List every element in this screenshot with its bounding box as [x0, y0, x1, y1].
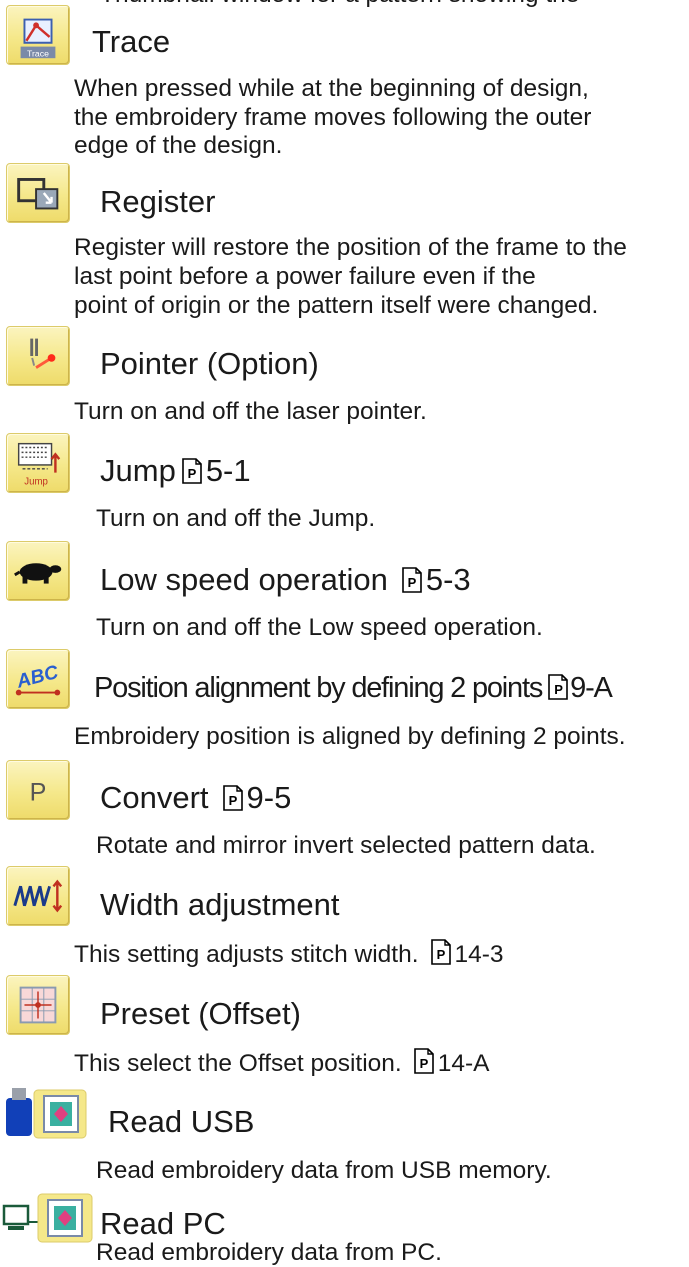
svg-text:P: P — [436, 947, 445, 962]
alignment-title: Position alignment by defining 2 points — [94, 672, 543, 704]
register-title: Register — [100, 184, 216, 219]
preset-desc-line-1: This select the Offset position. — [74, 1050, 402, 1077]
width-desc-row: This setting adjusts stitch width. P 14-3 — [74, 939, 504, 972]
alignment-ref: 9-A — [570, 672, 613, 704]
svg-text:P: P — [187, 466, 196, 481]
svg-text:P: P — [407, 575, 416, 590]
svg-text:P: P — [30, 779, 47, 807]
read-usb-title: Read USB — [108, 1104, 255, 1139]
jump-ref: 5-1 — [205, 453, 251, 488]
read-usb-desc-line-1: Read embroidery data from USB memory. — [96, 1157, 552, 1184]
trace-icon[interactable]: Trace — [6, 5, 70, 65]
pointer-title: Pointer (Option) — [100, 346, 319, 381]
width-title: Width adjustment — [100, 887, 340, 922]
page-reference-p-icon: P — [430, 939, 451, 972]
svg-text:Trace: Trace — [27, 48, 49, 58]
page-reference-p-icon: P — [548, 673, 568, 709]
read-pc-title: Read PC — [100, 1206, 226, 1241]
partial-text-line: Thumbnail window for a pattern showing t… — [100, 0, 579, 9]
preset-desc-row: This select the Offset position. P 14-A — [74, 1048, 490, 1081]
convert-desc-line-1: Rotate and mirror invert selected patter… — [96, 832, 596, 859]
trace-desc-line-3: edge of the design. — [74, 132, 283, 159]
alignment-desc-line-1: Embroidery position is aligned by defini… — [74, 723, 626, 750]
register-desc-line-3: point of origin or the pattern itself we… — [74, 292, 599, 319]
convert-p-icon[interactable]: P — [6, 760, 70, 820]
svg-text:P: P — [228, 793, 237, 808]
preset-desc-ref: 14-A — [437, 1050, 490, 1077]
trace-desc-line-2: the embroidery frame moves following the… — [74, 104, 592, 131]
jump-title: Jump — [100, 453, 176, 488]
jump-title-row: Jump P 5-1 — [100, 453, 251, 492]
preset-title: Preset (Offset) — [100, 996, 301, 1031]
svg-text:Jump: Jump — [24, 476, 48, 487]
usb-read-icon[interactable] — [4, 1084, 90, 1142]
low-speed-title-row: Low speed operation P 5-3 — [100, 562, 471, 601]
page-reference-p-icon: P — [402, 565, 422, 601]
register-icon[interactable] — [6, 163, 70, 223]
turtle-icon[interactable] — [6, 541, 70, 601]
trace-desc-line-1: When pressed while at the beginning of d… — [74, 75, 589, 102]
jump-desc-line-1: Turn on and off the Jump. — [96, 505, 376, 532]
jump-icon[interactable]: Jump — [6, 433, 70, 493]
page-reference-p-icon: P — [222, 783, 243, 819]
convert-title: Convert — [100, 780, 209, 815]
low-speed-title: Low speed operation — [100, 562, 388, 597]
alignment-title-row: Position alignment by defining 2 points P… — [94, 670, 613, 709]
register-desc-line-2: last point before a power failure even i… — [74, 263, 536, 290]
width-desc-ref: 14-3 — [454, 941, 504, 968]
svg-text:P: P — [419, 1056, 428, 1071]
register-desc-line-1: Register will restore the position of th… — [74, 234, 627, 261]
pointer-desc-line-1: Turn on and off the laser pointer. — [74, 398, 427, 425]
preset-offset-icon[interactable] — [6, 975, 70, 1035]
width-adjust-icon[interactable] — [6, 866, 70, 926]
page-reference-p-icon: P — [182, 456, 202, 492]
low-speed-desc-line-1: Turn on and off the Low speed operation. — [96, 614, 543, 641]
convert-ref: 9-5 — [246, 780, 292, 815]
page-reference-p-icon: P — [413, 1048, 434, 1081]
pointer-icon[interactable] — [6, 326, 70, 386]
read-pc-desc-line-1: Read embroidery data from PC. — [96, 1239, 442, 1266]
abc-alignment-icon[interactable]: ABC — [6, 649, 70, 709]
width-desc-line-1: This setting adjusts stitch width. — [74, 941, 419, 968]
pc-read-icon[interactable] — [2, 1192, 94, 1244]
convert-title-row: Convert P 9-5 — [100, 780, 291, 819]
svg-text:ABC: ABC — [14, 662, 62, 693]
trace-title: Trace — [92, 24, 171, 59]
low-speed-ref: 5-3 — [425, 562, 471, 597]
